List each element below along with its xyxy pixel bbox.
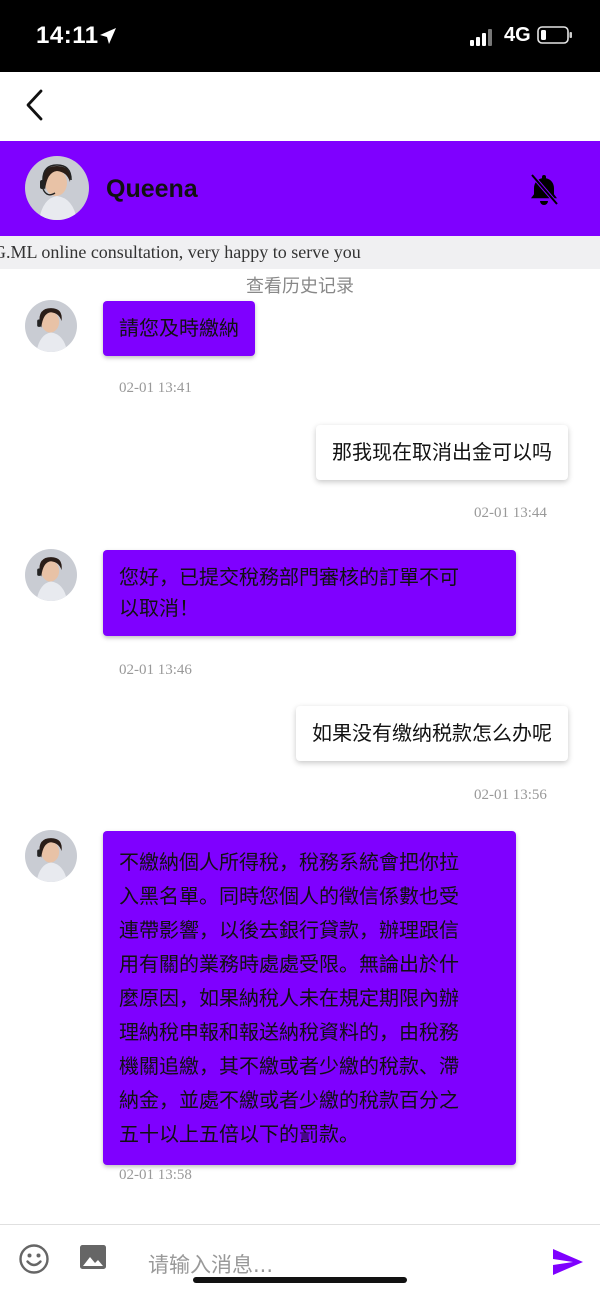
bell-off-icon[interactable] [527, 171, 561, 207]
message-line: 用有關的業務時處處受限。無論出於什 [119, 952, 459, 976]
message-line: 理納稅申報和報送納稅資料的，由稅務 [119, 1020, 459, 1044]
message-time: 02-01 13:41 [119, 380, 192, 396]
status-time: 14:11 [36, 22, 99, 49]
message-time: 02-01 13:46 [119, 662, 192, 678]
signal-icon [470, 28, 496, 46]
back-arrow-icon [26, 89, 43, 121]
input-bar: 请输入消息... [0, 1224, 600, 1299]
message-line: 麼原因，如果納稅人未在規定期限內辦 [119, 986, 459, 1010]
agent-avatar[interactable] [25, 156, 89, 220]
message-line: 您好，已提交稅務部門審核的訂單不可 [119, 565, 459, 589]
agent-name: Queena [106, 175, 198, 203]
emoji-icon[interactable] [18, 1243, 50, 1275]
location-arrow-icon [100, 28, 116, 44]
send-icon[interactable] [551, 1247, 585, 1277]
message-text: 如果没有缴纳税款怎么办呢 [312, 721, 552, 745]
history-link[interactable]: 查看历史记录 [0, 272, 600, 298]
message-line: 以取消！ [119, 596, 199, 620]
chat-header: Queena [0, 141, 600, 236]
nav-bar [0, 72, 600, 140]
message-input[interactable]: 请输入消息... [148, 1249, 508, 1279]
home-indicator [193, 1277, 407, 1283]
agent-avatar [25, 830, 77, 882]
message-time: 02-01 13:56 [474, 787, 547, 803]
status-bar: 14:11 4G [0, 0, 600, 72]
message-time: 02-01 13:44 [474, 505, 547, 521]
message-bubble: 那我现在取消出金可以吗 [316, 425, 568, 480]
image-icon[interactable] [78, 1242, 108, 1272]
message-line: 入黑名單。同時您個人的徵信係數也受 [119, 884, 459, 908]
message-line: 納金，並處不繳或者少繳的稅款百分之 [119, 1088, 459, 1112]
message-line: 不繳納個人所得稅，稅務系統會把你拉 [119, 850, 459, 874]
message-time: 02-01 13:58 [119, 1167, 192, 1183]
message-line: 五十以上五倍以下的罰款。 [119, 1122, 359, 1146]
message-line: 連帶影響，以後去銀行貸款，辦理跟信 [119, 918, 459, 942]
agent-avatar [25, 549, 77, 601]
welcome-text: G.ML online consultation, very happy to … [0, 242, 361, 262]
message-line: 機關追繳，其不繳或者少繳的稅款、滯 [119, 1054, 459, 1078]
welcome-banner: G.ML online consultation, very happy to … [0, 236, 600, 269]
message-text: 那我现在取消出金可以吗 [332, 440, 552, 464]
message-bubble: 不繳納個人所得稅，稅務系統會把你拉 入黑名單。同時您個人的徵信係數也受 連帶影響… [103, 831, 516, 1165]
battery-icon [537, 26, 572, 44]
network-type: 4G [504, 24, 531, 46]
message-bubble: 請您及時繳納 [103, 301, 255, 356]
message-text: 請您及時繳納 [119, 316, 239, 340]
back-button[interactable] [14, 82, 54, 128]
message-bubble: 您好，已提交稅務部門審核的訂單不可 以取消！ [103, 550, 516, 636]
agent-avatar [25, 300, 77, 352]
message-bubble: 如果没有缴纳税款怎么办呢 [296, 706, 568, 761]
